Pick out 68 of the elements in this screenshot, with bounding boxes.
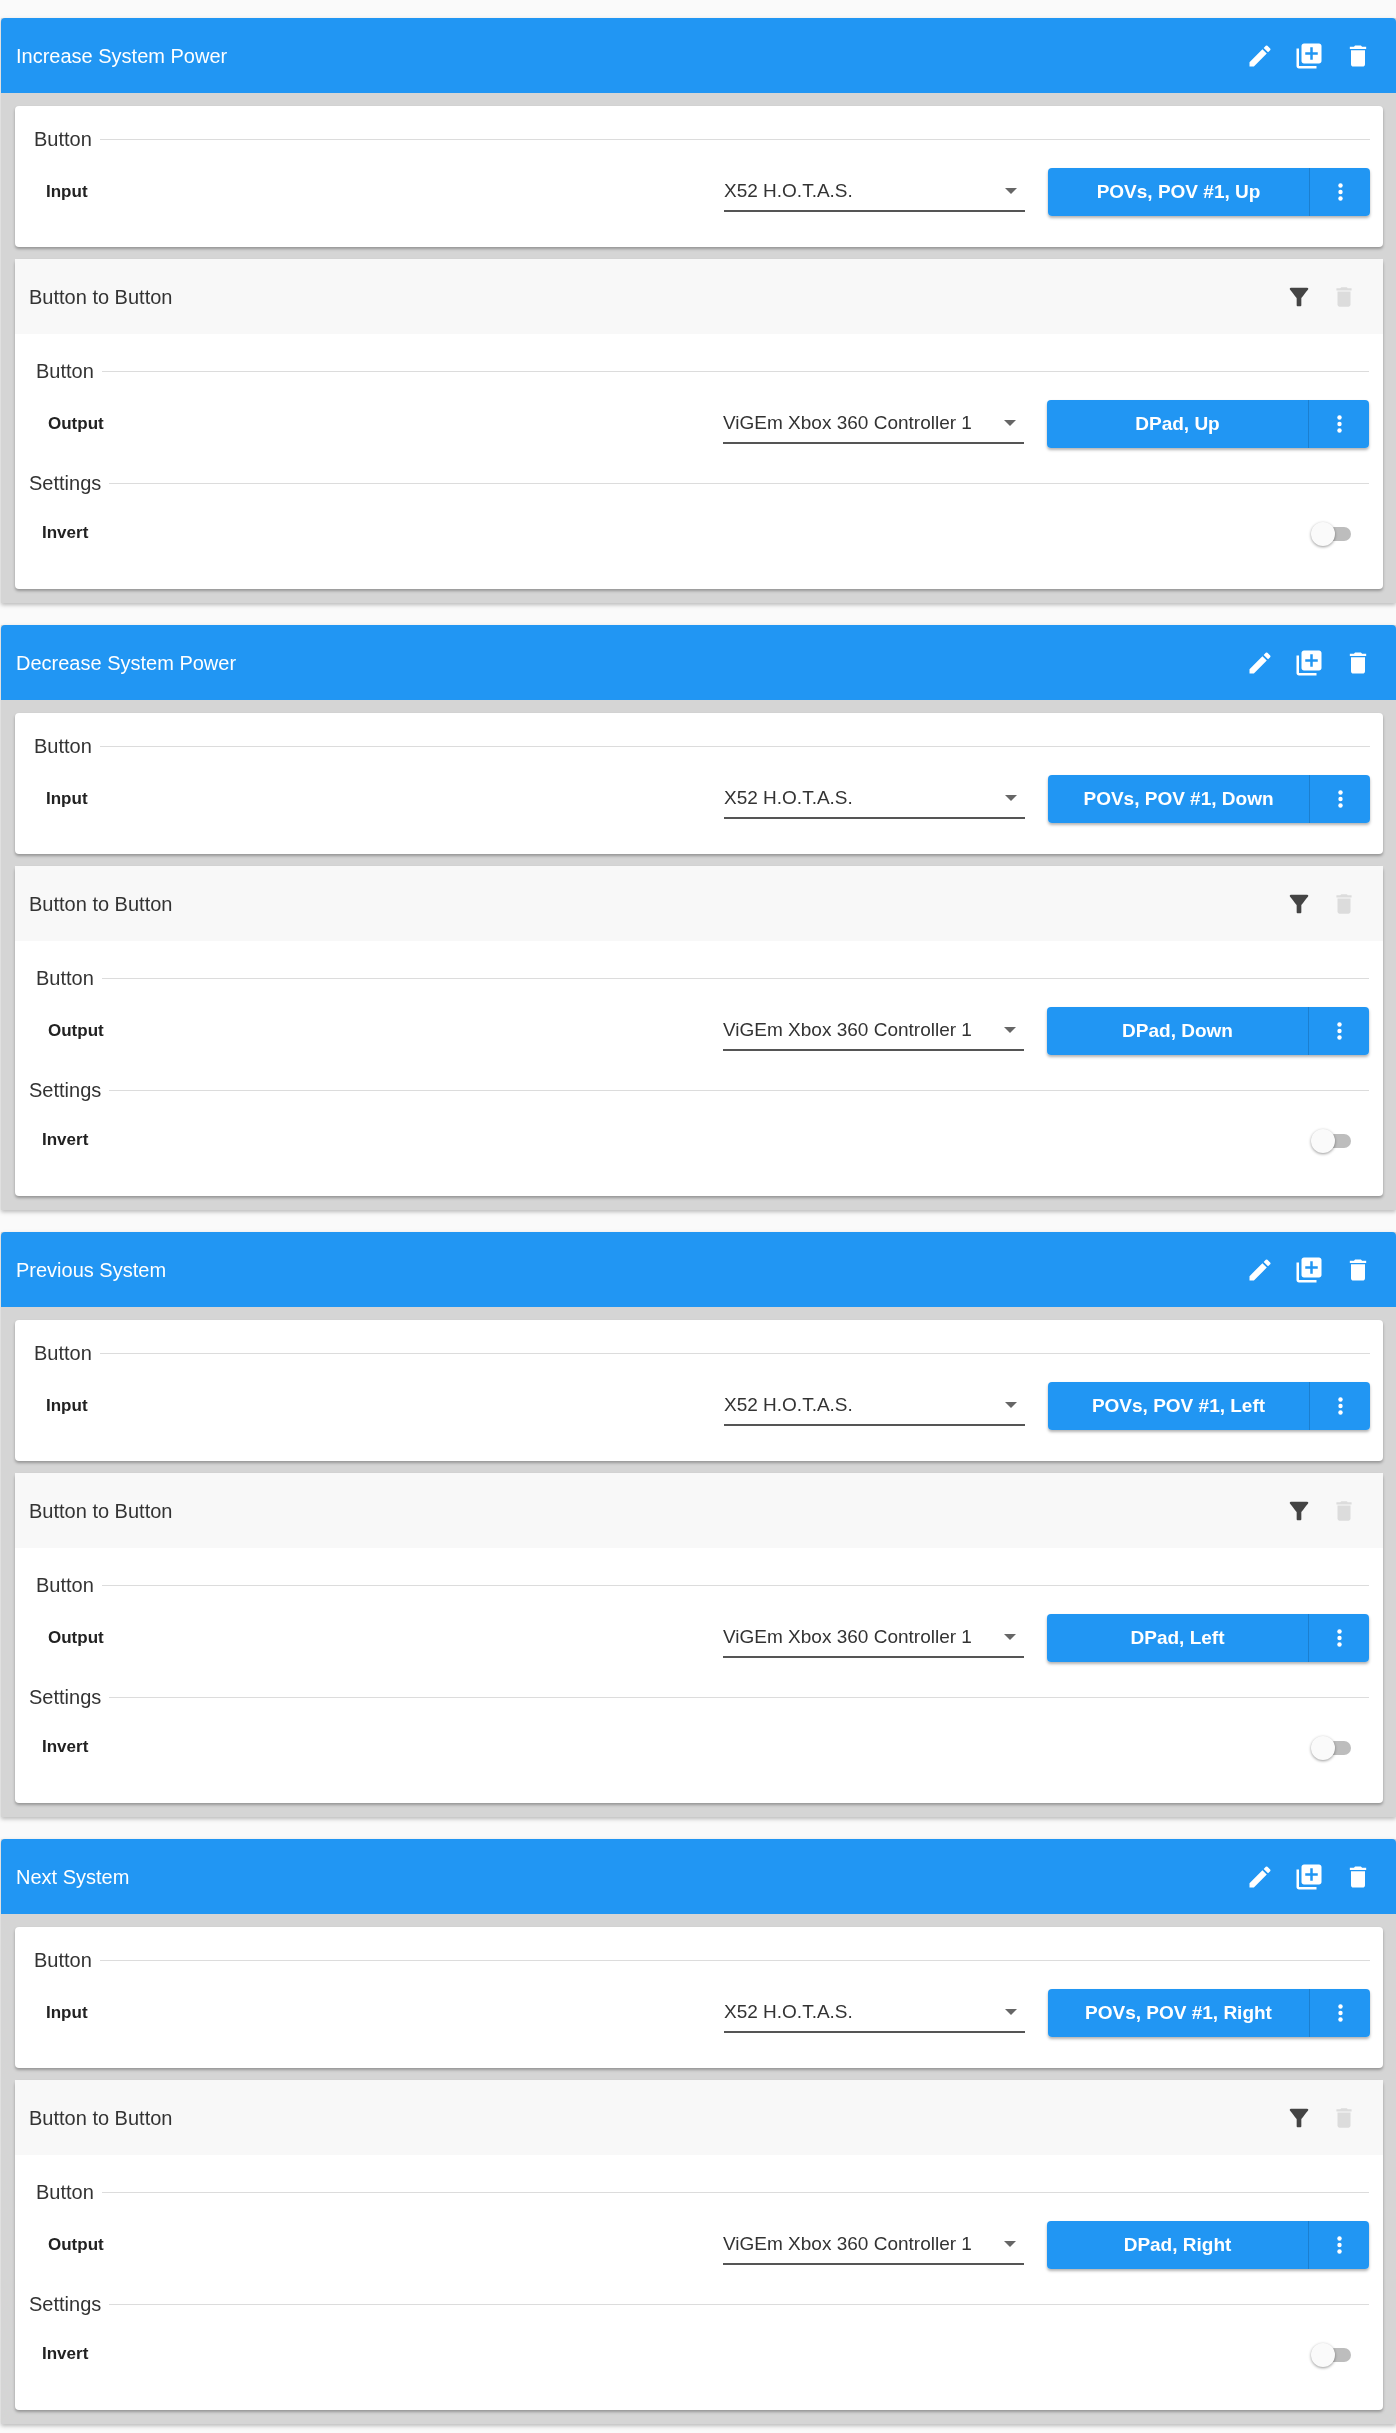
more-button[interactable] [1310, 1382, 1370, 1430]
more-icon [1337, 2004, 1343, 2022]
dropdown-caret-icon [1004, 1634, 1016, 1640]
device-select[interactable]: ViGEm Xbox 360 Controller 1 [723, 404, 1024, 444]
dropdown-caret-icon [1005, 188, 1017, 194]
mapping-title: Increase System Power [16, 43, 229, 69]
toggle-switch[interactable] [1311, 520, 1351, 546]
row-label: Invert [41, 2343, 90, 2366]
section-label: Settings [29, 2292, 102, 2317]
more-icon [1336, 415, 1342, 433]
device-select[interactable]: ViGEm Xbox 360 Controller 1 [723, 1011, 1024, 1051]
more-button[interactable] [1309, 1007, 1369, 1055]
section-label: Button [36, 1573, 94, 1598]
dropdown-caret-icon [1004, 1027, 1016, 1033]
dropdown-caret-icon [1004, 2241, 1016, 2247]
more-icon [1337, 183, 1343, 201]
section-label: Settings [29, 1685, 102, 1710]
more-button[interactable] [1310, 775, 1370, 823]
row-label: Input [45, 788, 89, 811]
dropdown-caret-icon [1005, 1402, 1017, 1408]
mapping-title: Previous System [16, 1257, 168, 1283]
section-label: Button [36, 359, 94, 384]
plugin-title: Button to Button [29, 2105, 174, 2131]
plugin-title: Button to Button [29, 891, 174, 917]
plugin-title: Button to Button [29, 1498, 174, 1524]
section-label: Settings [29, 471, 102, 496]
mapping-title: Decrease System Power [16, 650, 238, 676]
more-button[interactable] [1310, 168, 1370, 216]
device-select[interactable]: ViGEm Xbox 360 Controller 1 [723, 1618, 1024, 1658]
row-label: Invert [41, 1129, 90, 1152]
row-label: Invert [41, 522, 90, 545]
section-label: Button [34, 734, 92, 759]
toggle-switch[interactable] [1311, 2341, 1351, 2367]
section-label: Button [36, 2180, 94, 2205]
device-select[interactable]: X52 H.O.T.A.S. [724, 1993, 1025, 2033]
section-label: Settings [29, 1078, 102, 1103]
section-label: Button [34, 1948, 92, 1973]
plugin-title: Button to Button [29, 284, 174, 310]
more-icon [1336, 1022, 1342, 1040]
dropdown-caret-icon [1005, 795, 1017, 801]
mapping-title: Next System [16, 1864, 131, 1890]
dropdown-caret-icon [1005, 2009, 1017, 2015]
row-label: Output [47, 1020, 105, 1043]
row-label: Output [47, 2234, 105, 2257]
row-label: Output [47, 1627, 105, 1650]
more-icon [1336, 2236, 1342, 2254]
device-select[interactable]: X52 H.O.T.A.S. [724, 172, 1025, 212]
device-select[interactable]: X52 H.O.T.A.S. [724, 1386, 1025, 1426]
toggle-switch[interactable] [1311, 1127, 1351, 1153]
row-label: Invert [41, 1736, 90, 1759]
row-label: Output [47, 413, 105, 436]
more-button[interactable] [1309, 400, 1369, 448]
more-button[interactable] [1309, 1614, 1369, 1662]
more-icon [1337, 1397, 1343, 1415]
device-select[interactable]: ViGEm Xbox 360 Controller 1 [723, 2225, 1024, 2265]
more-icon [1337, 790, 1343, 808]
row-label: Input [45, 1395, 89, 1418]
section-label: Button [34, 1341, 92, 1366]
device-select[interactable]: X52 H.O.T.A.S. [724, 779, 1025, 819]
more-button[interactable] [1310, 1989, 1370, 2037]
section-label: Button [34, 127, 92, 152]
dropdown-caret-icon [1004, 420, 1016, 426]
section-label: Button [36, 966, 94, 991]
row-label: Input [45, 2002, 89, 2025]
toggle-switch[interactable] [1311, 1734, 1351, 1760]
more-icon [1336, 1629, 1342, 1647]
more-button[interactable] [1309, 2221, 1369, 2269]
row-label: Input [45, 181, 89, 204]
